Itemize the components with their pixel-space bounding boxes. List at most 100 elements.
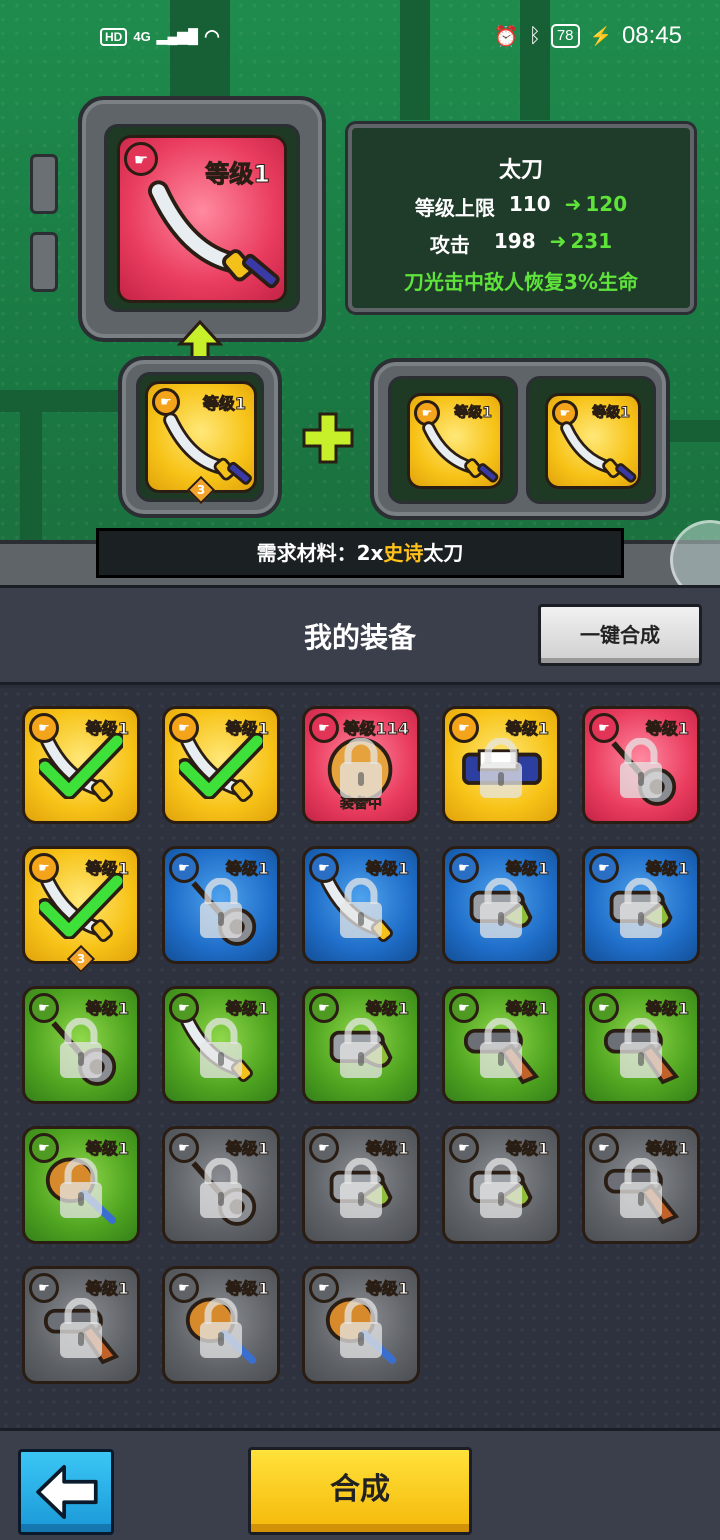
katana-icon [148, 180, 280, 289]
inventory-slot[interactable]: ☛ 等级1 [162, 986, 280, 1104]
material-item-card[interactable]: ☛ 等级1 [407, 393, 503, 489]
inventory-slot[interactable]: ☛ 等级1 [302, 986, 420, 1104]
inventory-slot[interactable]: ☛ 等级1 [442, 846, 560, 964]
merge-scene: HD 4G ▂▄▆█ ◠ ⏰ ᛒ 78 ⚡ 08:45 ☛ 等级1 ☛ 等级1 … [0, 0, 720, 585]
inventory-item-card[interactable]: ☛ 等级1 [162, 1266, 280, 1384]
merge-all-button[interactable]: 一键合成 [538, 604, 702, 666]
result-slot: ☛ 等级1 [104, 124, 300, 312]
inventory-slot[interactable]: ☛ 等级1 [302, 846, 420, 964]
lock-icon [476, 1157, 526, 1220]
result-item-card[interactable]: ☛ 等级1 [117, 135, 287, 303]
gun-type-icon: ☛ [449, 713, 479, 743]
inventory-item-card[interactable]: ☛ 等级1 [162, 986, 280, 1104]
inventory-slot[interactable]: ☛ 等级1 3 [22, 846, 140, 974]
inventory-slot[interactable]: ☛ 等级1 [582, 1126, 700, 1244]
material-item-card[interactable]: ☛ 等级1 [545, 393, 641, 489]
item-level: 等级1 [85, 1279, 129, 1299]
inventory-item-card[interactable]: ☛ 等级1 [442, 706, 560, 824]
result-frame: ☛ 等级1 [78, 96, 326, 342]
level-cap-row: 等级上限 110 ➜ 120 [352, 192, 690, 221]
lock-icon [616, 737, 666, 800]
inventory-item-card[interactable]: ☛ 等级1 [442, 1126, 560, 1244]
inventory-slot[interactable]: ☛ 等级1 [162, 1266, 280, 1384]
material-slot-2: ☛ 等级1 [526, 376, 656, 504]
inventory-item-card[interactable]: ☛ 等级1 [442, 986, 560, 1104]
inventory-slot[interactable]: ☛ 等级1 [162, 706, 280, 824]
inventory-item-card[interactable]: ☛ 等级114 装备中 [302, 706, 420, 824]
inventory-slot[interactable]: ☛ 等级114 装备中 [302, 706, 420, 824]
inventory-slot[interactable]: ☛ 等级1 [22, 1126, 140, 1244]
gun-type-icon: ☛ [449, 853, 479, 883]
inventory-item-card[interactable]: ☛ 等级1 [302, 1266, 420, 1384]
item-level: 等级1 [645, 1139, 689, 1159]
inventory-slot[interactable]: ☛ 等级1 [582, 986, 700, 1104]
back-button[interactable] [18, 1449, 114, 1535]
lock-icon [616, 1017, 666, 1080]
right-arrow-icon: ➜ [564, 192, 582, 216]
gun-type-icon: ☛ [589, 1133, 619, 1163]
item-level: 等级114 [343, 719, 409, 739]
lock-icon [616, 1157, 666, 1220]
inventory-slot[interactable]: ☛ 等级1 [162, 846, 280, 964]
lock-icon [196, 1297, 246, 1360]
status-left: HD 4G ▂▄▆█ ◠ [100, 26, 220, 47]
item-level: 等级1 [645, 999, 689, 1019]
inventory-item-card[interactable]: ☛ 等级1 [22, 1126, 140, 1244]
gun-type-icon: ☛ [309, 993, 339, 1023]
item-info-panel: 太刀 等级上限 110 ➜ 120 攻击 198 ➜ 231 刀光击中敌人恢复3… [348, 124, 694, 312]
inventory-slot[interactable]: ☛ 等级1 [302, 1126, 420, 1244]
inventory-grid: ☛ 等级1 ☛ 等级1 ☛ 等级114 装备中 ☛ 等级1 ☛ 等级1 ☛ 等级1 3 ☛ 等级1 ☛ 等级1 ☛ 等… [0, 688, 720, 1428]
gun-type-icon: ☛ [29, 993, 59, 1023]
inventory-slot[interactable]: ☛ 等级1 [442, 1126, 560, 1244]
item-effect: 刀光击中敌人恢复3%生命 [404, 270, 638, 294]
inventory-item-card[interactable]: ☛ 等级1 [582, 1126, 700, 1244]
gun-type-icon: ☛ [449, 1133, 479, 1163]
status-right: ⏰ ᛒ 78 ⚡ 08:45 [494, 22, 682, 50]
inventory-item-card[interactable]: ☛ 等级1 [302, 986, 420, 1104]
item-level: 等级1 [85, 999, 129, 1019]
inventory-slot[interactable]: ☛ 等级1 [22, 986, 140, 1104]
inventory-item-card[interactable]: ☛ 等级1 [162, 846, 280, 964]
charging-icon: ⚡ [589, 25, 612, 46]
source-item-card[interactable]: ☛ 等级1 3 [145, 381, 257, 505]
attack-row: 攻击 198 ➜ 231 [352, 229, 690, 258]
source-frame: ☛ 等级1 3 [118, 356, 282, 518]
item-level: 等级1 [505, 999, 549, 1019]
inventory-slot[interactable]: ☛ 等级1 [302, 1266, 420, 1384]
inventory-slot[interactable]: ☛ 等级1 [22, 706, 140, 824]
back-arrow-icon [36, 1465, 98, 1519]
material-slot-1: ☛ 等级1 [388, 376, 518, 504]
lock-icon [476, 737, 526, 800]
inventory-item-card[interactable]: ☛ 等级1 [22, 1266, 140, 1384]
inventory-item-card[interactable]: ☛ 等级1 [582, 846, 700, 964]
inventory-item-card[interactable]: ☛ 等级1 [22, 986, 140, 1104]
inventory-item-card[interactable]: ☛ 等级1 3 [22, 846, 140, 974]
inventory-slot[interactable]: ☛ 等级1 [442, 706, 560, 824]
inventory-item-card[interactable]: ☛ 等级1 [582, 706, 700, 824]
bluetooth-icon: ᛒ [528, 24, 541, 47]
inventory-item-card[interactable]: ☛ 等级1 [162, 706, 280, 824]
lock-icon [336, 1297, 386, 1360]
item-level: 等级1 [225, 1279, 269, 1299]
inventory-item-card[interactable]: ☛ 等级1 [162, 1126, 280, 1244]
attack-to: 231 [570, 229, 613, 253]
inventory-slot[interactable]: ☛ 等级1 [582, 706, 700, 824]
inventory-item-card[interactable]: ☛ 等级1 [22, 706, 140, 824]
inventory-slot[interactable]: ☛ 等级1 [442, 986, 560, 1104]
pipe [20, 400, 42, 550]
inventory-slot[interactable]: ☛ 等级1 [582, 846, 700, 964]
inventory-item-card[interactable]: ☛ 等级1 [302, 1126, 420, 1244]
floating-assist-button[interactable] [670, 520, 720, 585]
gun-type-icon: ☛ [29, 1133, 59, 1163]
inventory-item-card[interactable]: ☛ 等级1 [582, 986, 700, 1104]
inventory-slot[interactable]: ☛ 等级1 [162, 1126, 280, 1244]
inventory-slot[interactable]: ☛ 等级1 [22, 1266, 140, 1384]
inventory-item-card[interactable]: ☛ 等级1 [442, 846, 560, 964]
bottom-bar: 合成 [0, 1428, 720, 1540]
inventory-item-card[interactable]: ☛ 等级1 [302, 846, 420, 964]
katana-icon [163, 412, 252, 485]
requirement-rarity: 史诗 [383, 541, 424, 565]
merge-button[interactable]: 合成 [248, 1447, 472, 1535]
item-level: 等级1 [505, 859, 549, 879]
lock-icon [56, 1297, 106, 1360]
